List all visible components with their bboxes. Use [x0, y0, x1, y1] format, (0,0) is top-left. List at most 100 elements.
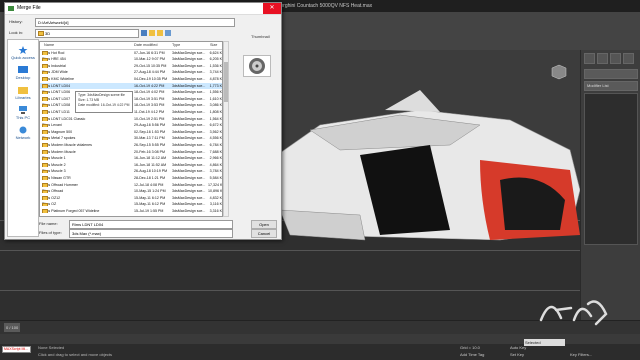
file-row[interactable]: Rims Industrial 29-Oct-15 10:35 PM 3dsMaxD…: [40, 63, 222, 69]
file-row[interactable]: Rims Magnum 500 02-Sep-16 1:53 PM 3dsMaxDe…: [40, 129, 222, 135]
star-icon: [18, 46, 28, 54]
file-size: 3,316 K: [209, 208, 222, 213]
file-type: 3dsMaxDesign sce...: [172, 202, 206, 207]
file-date: 18-Oct-19 3:51 PM: [134, 96, 165, 101]
max-file-icon: [42, 57, 48, 62]
file-row[interactable]: Rims Muscle 2 16-Jun-18 11:52 AM 3dsMaxDes…: [40, 162, 222, 168]
view-menu-icon[interactable]: [165, 30, 171, 36]
cancel-button[interactable]: Cancel: [251, 229, 277, 238]
place-quick-access[interactable]: Quick access: [8, 46, 38, 60]
dialog-title: Merge File: [17, 5, 41, 11]
max-file-icon: [42, 70, 48, 75]
column-name[interactable]: Name: [44, 43, 54, 47]
max-file-icon: [42, 51, 48, 55]
file-size: 4,556 K: [209, 136, 222, 141]
file-type-dropdown[interactable]: 3ds Max (*.max): [69, 229, 233, 238]
file-row[interactable]: Rims Nissan GTR 28-Dec-18 1:21 PM 3dsMaxDe…: [40, 175, 222, 181]
file-row[interactable]: Rims Modern Muscle 20-Feb-16 3:08 PM 3dsMa…: [40, 149, 222, 155]
file-type: 3dsMaxDesign sce...: [172, 189, 206, 194]
modify-tab-icon[interactable]: [597, 53, 608, 64]
file-row[interactable]: Rims Hot Rod 07-Jun-16 6:31 PM 3dsMaxDesig…: [40, 50, 222, 56]
motion-tab-icon[interactable]: [623, 53, 634, 64]
file-row[interactable]: Rims Platinum Forged 057 Wideline 15-Jul-…: [40, 208, 222, 214]
file-date: 26-Aug-18 10:19 PM: [134, 169, 168, 174]
key-filters-button[interactable]: Key Filters...: [570, 352, 592, 357]
add-time-tag-button[interactable]: Add Time Tag: [460, 352, 484, 357]
file-size: 6,624 K: [209, 50, 222, 55]
libraries-icon: [18, 87, 28, 94]
file-row[interactable]: Rims OZ 15-May-11 6:12 PM 3dsMaxDesign sce…: [40, 202, 222, 208]
column-date[interactable]: Date modified: [134, 43, 157, 47]
file-date: 18-Oct-19 4:02 PM: [134, 90, 165, 95]
file-row[interactable]: Rims Modern Muscle vidalenes 26-Sep-15 5:…: [40, 142, 222, 148]
file-type: 3dsMaxDesign sce...: [172, 208, 206, 213]
file-row[interactable]: Rims JDM Wide 27-Aug-18 4:44 PM 3dsMaxDesi…: [40, 70, 222, 76]
file-size: 17,324 K: [208, 182, 222, 187]
new-folder-icon[interactable]: [157, 30, 163, 36]
max-file-icon: [42, 130, 48, 134]
column-type[interactable]: Type: [172, 43, 180, 47]
file-row[interactable]: Rims Muscle 3 26-Aug-18 10:19 PM 3dsMaxDes…: [40, 169, 222, 175]
place-network[interactable]: Network: [8, 126, 38, 140]
file-row[interactable]: Rims LDNT LDC01 Classic 10-Oct-19 2:51 PM…: [40, 116, 222, 122]
place-libraries[interactable]: Libraries: [8, 86, 38, 100]
file-row[interactable]: Rims Offroad 10-May-15 1:24 PM 3dsMaxDesig…: [40, 189, 222, 195]
maxscript-listener[interactable]: MAXScript Mi...: [2, 346, 31, 353]
file-type: 3dsMaxDesign sce...: [172, 169, 206, 174]
file-size: 3,562 K: [209, 129, 222, 134]
file-row[interactable]: Rims LDNT LD04 16-Oct-19 4:22 PM 3dsMaxDes…: [40, 83, 222, 90]
scrollbar-thumb[interactable]: [224, 62, 228, 102]
file-date: 12-Jul-18 4:08 PM: [134, 182, 164, 187]
file-type: 3dsMaxDesign sce...: [172, 70, 206, 75]
object-name-field[interactable]: [584, 69, 638, 79]
close-icon[interactable]: ✕: [263, 3, 281, 14]
file-type: 3dsMaxDesign sce...: [172, 103, 206, 108]
file-name: Rims Magnum 500: [42, 130, 132, 134]
back-icon[interactable]: [141, 30, 147, 36]
file-list-header: Name Date modified Type Size: [40, 42, 222, 50]
file-size: 1,564 K: [209, 116, 222, 121]
max-file-icon: [42, 77, 48, 81]
max-file-icon: [42, 156, 48, 161]
file-date: 10-Oct-19 2:51 PM: [134, 116, 165, 121]
car-model[interactable]: [250, 70, 580, 290]
set-key-button[interactable]: Set Key: [510, 352, 524, 357]
file-row[interactable]: Rims KMC Wideline 04-Dec-19 10:35 PM 3dsMa…: [40, 76, 222, 82]
history-dropdown[interactable]: D:\Art\Artwork\[d]: [35, 18, 235, 27]
modifier-list-dropdown[interactable]: Modifier List: [584, 81, 638, 91]
nav-toolbar: [141, 30, 171, 37]
file-name: Rims OZ: [42, 202, 132, 207]
file-row[interactable]: Rims Offroad Hummer 12-Jul-18 4:08 PM 3dsM…: [40, 182, 222, 188]
up-folder-icon[interactable]: [149, 30, 155, 36]
open-button[interactable]: Open: [251, 220, 277, 229]
file-size: 3,116 K: [209, 202, 222, 207]
max-file-icon: [42, 64, 48, 68]
file-list[interactable]: Name Date modified Type Size Rims Hot Ro…: [39, 41, 223, 217]
place-desktop[interactable]: Desktop: [8, 66, 38, 80]
file-size: 4,832 K: [209, 195, 222, 200]
selection-set-dropdown[interactable]: Selected: [524, 339, 565, 346]
file-type: 3dsMaxDesign sce...: [172, 109, 206, 114]
file-row[interactable]: Rims OZ12 15-May-11 6:12 PM 3dsMaxDesign s…: [40, 195, 222, 201]
viewcube-icon[interactable]: [548, 64, 570, 80]
file-name-input[interactable]: Rims LDNT LD04: [69, 220, 233, 229]
file-type: 3dsMaxDesign sce...: [172, 50, 206, 55]
file-name: Rims Hot Rod: [42, 51, 132, 55]
modifier-stack[interactable]: [584, 93, 638, 245]
file-row[interactable]: Rims Muscle 1 16-Jun-18 11:12 AM 3dsMaxDes…: [40, 156, 222, 162]
place-this-pc[interactable]: This PC: [8, 106, 38, 120]
file-row[interactable]: Rims Lexani 29-Aug-16 5:56 PM 3dsMaxDesign…: [40, 123, 222, 129]
file-size: 1,610 K: [209, 96, 222, 101]
create-tab-icon[interactable]: [584, 53, 595, 64]
file-type: 3dsMaxDesign sce...: [172, 175, 206, 180]
file-row[interactable]: Rims HRE 454 10-Mar-12 9:07 PM 3dsMaxDesig…: [40, 57, 222, 63]
file-row[interactable]: Rims Metal 7 spokes 30-Mar-13 7:11 PM 3dsM…: [40, 136, 222, 142]
hierarchy-tab-icon[interactable]: [610, 53, 621, 64]
frame-counter[interactable]: 0 / 100: [4, 323, 21, 332]
look-in-dropdown[interactable]: 3D: [35, 29, 139, 38]
file-date: 15-May-11 6:12 PM: [134, 202, 166, 207]
file-list-scrollbar[interactable]: [223, 41, 229, 217]
file-type: 3dsMaxDesign sce...: [172, 156, 206, 161]
column-size[interactable]: Size: [210, 43, 217, 47]
file-name: Rims Muscle 2: [42, 163, 132, 167]
